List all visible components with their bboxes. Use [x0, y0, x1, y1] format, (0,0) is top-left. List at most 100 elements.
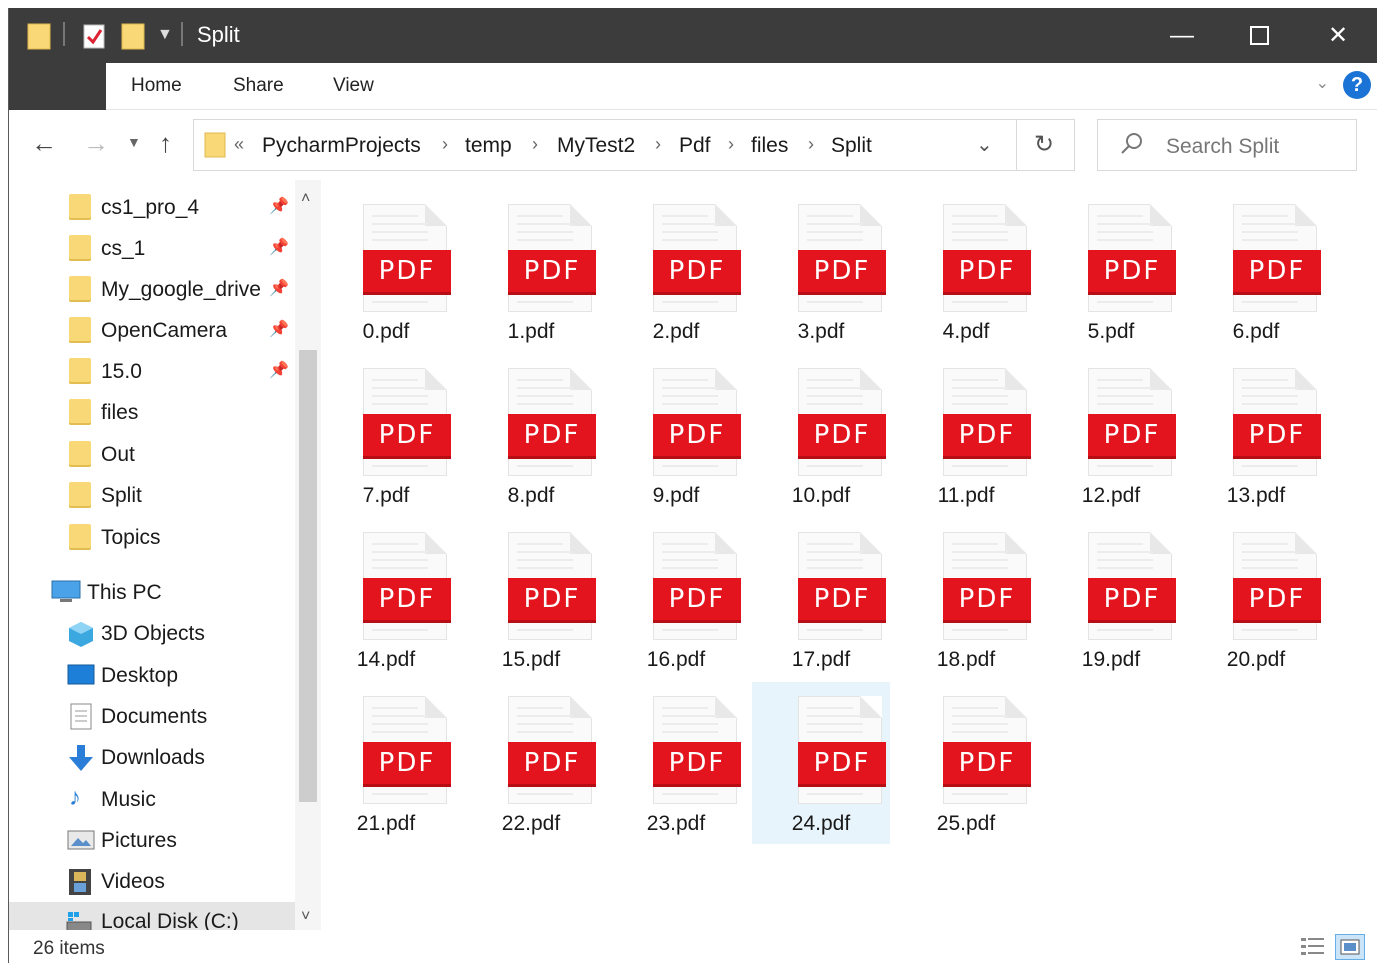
scroll-down-chevron-icon[interactable]: ˅: [301, 908, 310, 926]
up-arrow-icon[interactable]: ↑: [159, 128, 172, 159]
ribbon-tabs: File Home Share View ⌄ ?: [9, 63, 1377, 225]
nav-item-documents[interactable]: Documents: [9, 697, 299, 737]
pin-icon[interactable]: 📌: [269, 360, 289, 380]
pdf-file-item[interactable]: PDF 13.pdf: [1187, 354, 1325, 516]
pdf-file-item[interactable]: PDF 6.pdf: [1187, 190, 1325, 352]
pdf-file-item[interactable]: PDF 11.pdf: [897, 354, 1035, 516]
properties-icon[interactable]: [83, 22, 107, 55]
pdf-file-item[interactable]: PDF 10.pdf: [752, 354, 890, 516]
breadcrumb-separator-icon[interactable]: ›: [532, 134, 538, 155]
nav-item-local-disk-c[interactable]: Local Disk (C:): [9, 902, 299, 930]
file-name: 10.pdf: [791, 484, 851, 507]
scrollbar-thumb[interactable]: [299, 350, 317, 802]
page-line: [372, 231, 428, 233]
maximize-button[interactable]: [1221, 8, 1299, 63]
pin-icon[interactable]: 📌: [269, 196, 289, 216]
page-fold: [425, 532, 447, 554]
pdf-file-item[interactable]: PDF 14.pdf: [317, 518, 455, 680]
pdf-file-item[interactable]: PDF 15.pdf: [462, 518, 600, 680]
pdf-file-icon: PDF: [653, 696, 741, 806]
nav-item-15-0[interactable]: 15.0 📌: [9, 352, 299, 392]
pdf-file-item[interactable]: PDF 25.pdf: [897, 682, 1035, 844]
nav-item-pictures[interactable]: Pictures: [9, 821, 299, 861]
address-bar[interactable]: « PycharmProjects › temp › MyTest2 › Pdf…: [193, 119, 1075, 171]
pdf-file-item[interactable]: PDF 0.pdf: [317, 190, 455, 352]
scroll-up-chevron-icon[interactable]: ˄: [301, 190, 310, 208]
file-name: 15.pdf: [501, 648, 561, 671]
breadcrumb-split[interactable]: Split: [831, 134, 872, 158]
expand-ribbon-chevron-icon[interactable]: ⌄: [1316, 73, 1329, 93]
nav-item-label: Documents: [101, 705, 208, 728]
pdf-file-item[interactable]: PDF 4.pdf: [897, 190, 1035, 352]
nav-item-music[interactable]: ♪ Music: [9, 780, 299, 820]
refresh-icon[interactable]: ↻: [1034, 130, 1054, 159]
pdf-file-item[interactable]: PDF 9.pdf: [607, 354, 745, 516]
new-folder-icon[interactable]: [121, 22, 145, 55]
breadcrumb-pycharmprojects[interactable]: PycharmProjects: [262, 134, 421, 158]
pin-icon[interactable]: 📌: [269, 319, 289, 339]
page-line: [1097, 559, 1153, 561]
page-line: [952, 551, 1008, 553]
pdf-file-item[interactable]: PDF 22.pdf: [462, 682, 600, 844]
help-button[interactable]: ?: [1343, 71, 1371, 99]
page-line: [372, 465, 428, 467]
pdf-file-item[interactable]: PDF 17.pdf: [752, 518, 890, 680]
breadcrumb-separator-icon[interactable]: ›: [655, 134, 661, 155]
recent-locations-chevron-icon[interactable]: ▼: [127, 134, 141, 150]
breadcrumb-files[interactable]: files: [751, 134, 788, 158]
pdf-file-item[interactable]: PDF 1.pdf: [462, 190, 600, 352]
nav-item-this-pc[interactable]: This PC: [9, 573, 299, 613]
breadcrumb-separator-icon[interactable]: ›: [728, 134, 734, 155]
breadcrumb-temp[interactable]: temp: [465, 134, 512, 158]
nav-item-downloads[interactable]: Downloads: [9, 738, 299, 778]
pdf-file-item[interactable]: PDF 12.pdf: [1042, 354, 1180, 516]
nav-item-files[interactable]: files: [9, 393, 299, 433]
nav-item-topics[interactable]: Topics: [9, 518, 299, 558]
pdf-file-item[interactable]: PDF 2.pdf: [607, 190, 745, 352]
tab-share[interactable]: Share: [233, 63, 284, 109]
nav-item-3d-objects[interactable]: 3D Objects: [9, 614, 299, 654]
nav-item-cs-1[interactable]: cs_1 📌: [9, 229, 299, 269]
music-note-icon: ♪: [69, 784, 81, 811]
pdf-file-item[interactable]: PDF 18.pdf: [897, 518, 1035, 680]
pdf-badge: PDF: [943, 414, 1031, 456]
page-line: [517, 395, 573, 397]
tab-view[interactable]: View: [333, 63, 374, 109]
large-icons-view-icon[interactable]: [1335, 934, 1365, 960]
pdf-file-item[interactable]: PDF 23.pdf: [607, 682, 745, 844]
pdf-file-item[interactable]: PDF 24.pdf: [752, 682, 890, 844]
pdf-file-item[interactable]: PDF 7.pdf: [317, 354, 455, 516]
pdf-file-item[interactable]: PDF 19.pdf: [1042, 518, 1180, 680]
nav-item-opencamera[interactable]: OpenCamera 📌: [9, 311, 299, 351]
search-box[interactable]: Search Split: [1097, 119, 1357, 171]
pdf-file-item[interactable]: PDF 5.pdf: [1042, 190, 1180, 352]
pdf-file-item[interactable]: PDF 3.pdf: [752, 190, 890, 352]
nav-item-split[interactable]: Split: [9, 476, 299, 516]
nav-item-cs1-pro-4[interactable]: cs1_pro_4 📌: [9, 188, 299, 228]
tab-home[interactable]: Home: [131, 63, 182, 109]
minimize-button[interactable]: —: [1143, 8, 1221, 63]
forward-arrow-icon[interactable]: →: [83, 128, 109, 159]
close-button[interactable]: ✕: [1299, 8, 1377, 63]
quick-access-toolbar-dropdown-icon[interactable]: ▼: [157, 26, 173, 44]
address-dropdown-chevron-icon[interactable]: ⌄: [976, 132, 993, 157]
breadcrumb-pdf[interactable]: Pdf: [679, 134, 711, 158]
nav-item-my-google-drive[interactable]: My_google_drive 📌: [9, 270, 299, 310]
pdf-file-item[interactable]: PDF 8.pdf: [462, 354, 600, 516]
pdf-file-item[interactable]: PDF 20.pdf: [1187, 518, 1325, 680]
pdf-file-item[interactable]: PDF 21.pdf: [317, 682, 455, 844]
page-line: [1242, 231, 1298, 233]
pdf-file-item[interactable]: PDF 16.pdf: [607, 518, 745, 680]
breadcrumb-separator-icon[interactable]: ›: [442, 134, 448, 155]
back-arrow-icon[interactable]: ←: [31, 128, 57, 159]
pin-icon[interactable]: 📌: [269, 278, 289, 298]
details-view-icon[interactable]: [1299, 934, 1329, 960]
overflow-chevron[interactable]: «: [234, 134, 244, 155]
nav-item-label: 3D Objects: [101, 622, 205, 645]
nav-item-desktop[interactable]: Desktop: [9, 656, 299, 696]
breadcrumb-mytest2[interactable]: MyTest2: [557, 134, 635, 158]
nav-item-videos[interactable]: Videos: [9, 862, 299, 902]
breadcrumb-separator-icon[interactable]: ›: [808, 134, 814, 155]
nav-item-out[interactable]: Out: [9, 435, 299, 475]
pin-icon[interactable]: 📌: [269, 237, 289, 257]
